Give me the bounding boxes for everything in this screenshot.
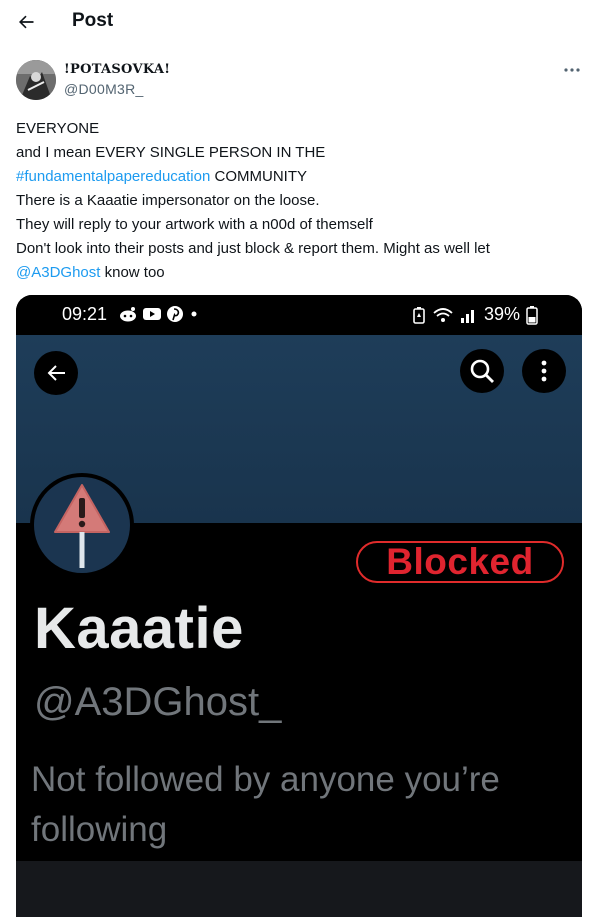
tweet-text: EVERYONE and I mean EVERY SINGLE PERSON … (16, 117, 596, 285)
author-avatar[interactable] (16, 60, 56, 100)
more-vertical-icon (541, 360, 547, 382)
tweet-line: EVERYONE (16, 120, 100, 137)
tweet-line: There is a Kaaatie impersonator on the l… (16, 192, 320, 209)
avatar-image (16, 60, 56, 100)
battery-saver-icon (413, 306, 425, 324)
author-display-name[interactable]: !POTASOVKA! (64, 62, 170, 77)
profile-avatar-image (34, 477, 130, 573)
battery-icon (526, 305, 538, 325)
search-icon (470, 359, 494, 383)
wifi-icon (433, 307, 453, 322)
phone-status-bar: 09:21 39% (16, 295, 582, 335)
tweet-line: and I mean EVERY SINGLE PERSON IN THE (16, 144, 326, 161)
more-dots-icon (564, 68, 580, 72)
tweet-line: @A3DGhost know too (16, 261, 596, 285)
tweet-line: #fundamentalpapereducation COMMUNITY (16, 165, 596, 189)
profile-search-button[interactable] (460, 349, 504, 393)
author-handle[interactable]: @D00M3R_ (64, 81, 144, 97)
profile-handle: @A3DGhost_ (34, 680, 282, 724)
hashtag-link[interactable]: #fundamentalpapereducation (16, 168, 210, 185)
status-time: 09:21 (62, 304, 108, 324)
profile-back-button[interactable] (34, 351, 78, 395)
tweet-line-rest: COMMUNITY (210, 168, 307, 185)
more-options-button[interactable] (556, 58, 588, 82)
profile-avatar[interactable] (30, 473, 134, 577)
page-title: Post (72, 10, 114, 31)
profile-more-button[interactable] (522, 349, 566, 393)
pinterest-icon (167, 306, 183, 322)
mention-link[interactable]: @A3DGhost (16, 264, 100, 281)
followed-by-status: Not followed by anyone you’re following (31, 760, 500, 849)
arrow-left-icon (47, 365, 65, 381)
arrow-left-icon (19, 15, 34, 29)
status-notification-icons (118, 305, 200, 323)
attached-image[interactable]: 09:21 39% Blocked Kaaatie @A3DGhost_ Not… (16, 295, 582, 917)
warning-sign-icon (54, 484, 110, 568)
top-bar: Post (0, 0, 609, 44)
status-right-group: 39% (412, 304, 538, 325)
youtube-icon (143, 308, 161, 320)
status-battery-percent: 39% (483, 304, 520, 324)
back-button[interactable] (8, 4, 44, 40)
signal-icon (460, 309, 474, 323)
blocked-badge[interactable]: Blocked (356, 541, 564, 583)
tweet-line: Don't look into their posts and just blo… (16, 240, 490, 257)
reddit-icon (120, 307, 136, 322)
tweet-line: They will reply to your artwork with a n… (16, 216, 373, 233)
profile-bottom-area (16, 861, 582, 917)
tweet-line-rest: know too (100, 264, 165, 281)
dot-icon (191, 311, 197, 317)
profile-name: Kaaatie (34, 596, 244, 661)
